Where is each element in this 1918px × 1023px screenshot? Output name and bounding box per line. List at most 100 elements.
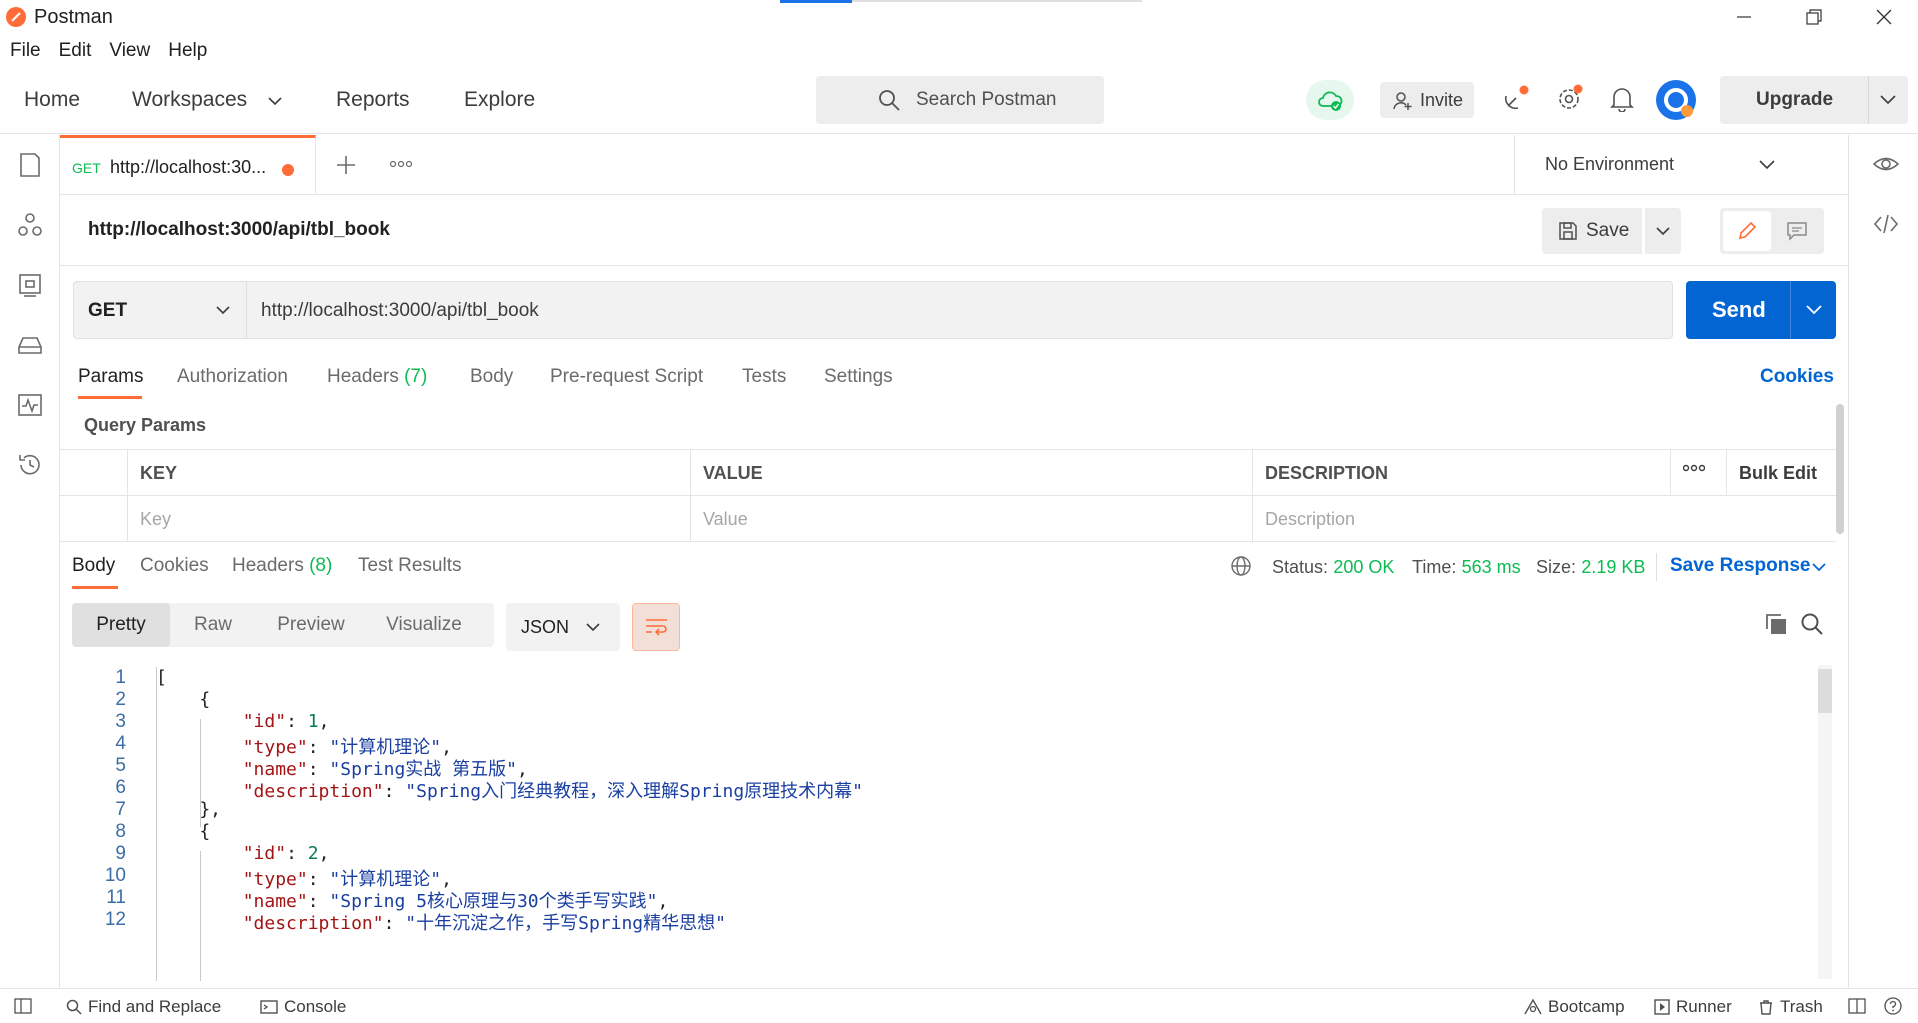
trash-button[interactable]: Trash [1758,997,1823,1017]
console-button[interactable]: Console [260,997,346,1017]
eye-icon[interactable] [1873,151,1899,177]
view-pretty[interactable]: Pretty [72,603,170,647]
invite-button[interactable]: Invite [1380,82,1474,118]
restore-button[interactable] [1780,0,1848,34]
help-icon[interactable] [1884,997,1902,1015]
save-label: Save [1586,220,1630,241]
menu-file[interactable]: File [10,40,41,62]
more-options-icon[interactable] [390,159,412,169]
search-input[interactable]: Search Postman [816,76,1104,124]
monitors-icon[interactable] [16,391,44,419]
tab-params[interactable]: Params [78,366,143,388]
send-button[interactable]: Send [1686,281,1836,339]
runner-button[interactable]: Runner [1654,997,1732,1017]
description-input[interactable]: Description [1252,496,1836,542]
nav-reports[interactable]: Reports [336,88,410,112]
wrap-lines-button[interactable] [632,603,680,651]
find-replace-button[interactable]: Find and Replace [66,997,221,1017]
size-meta[interactable]: Size: 2.19 KB [1536,557,1645,579]
minimize-button[interactable] [1710,0,1778,34]
chevron-down-icon[interactable] [1806,305,1822,315]
column-value: VALUE [690,450,1252,496]
view-preview[interactable]: Preview [256,603,366,647]
tab-headers[interactable]: Headers (7) [327,366,427,388]
chevron-down-icon[interactable] [1880,95,1896,105]
history-icon[interactable] [16,451,44,479]
request-name[interactable]: http://localhost:3000/api/tbl_book [88,219,390,241]
close-window-button[interactable] [1850,0,1918,34]
environments-icon[interactable] [16,271,44,299]
upgrade-divider [1868,76,1869,124]
satellite-icon[interactable] [1502,84,1530,112]
request-tab[interactable]: GET http://localhost:30... [60,135,316,195]
save-button[interactable]: Save [1542,208,1642,254]
json-key: "id" [242,843,287,864]
nav-explore[interactable]: Explore [464,88,535,112]
two-pane-icon[interactable] [1848,998,1866,1014]
menu-help[interactable]: Help [168,40,207,62]
sidebar-toggle-icon[interactable] [14,998,32,1014]
view-visualize[interactable]: Visualize [366,603,482,647]
nav-workspaces[interactable]: Workspaces [132,88,247,112]
tab-bar: GET http://localhost:30... No Environmen… [60,135,1848,195]
table-row: Key Value Description [60,496,1836,542]
trash-icon [1760,1000,1772,1015]
status-meta[interactable]: Status: 200 OK [1272,557,1394,579]
tab-authorization[interactable]: Authorization [177,366,288,388]
response-body-editor[interactable]: 1[2 {3 "id": 1, 4 "type": "计算机理论", 5 "name… [60,665,1820,981]
response-tab-test-results[interactable]: Test Results [358,555,461,577]
save-options-button[interactable] [1645,208,1681,254]
format-select[interactable]: JSON [506,603,620,651]
tab-body[interactable]: Body [470,366,513,388]
nav-home[interactable]: Home [24,88,80,112]
edit-mode-button[interactable] [1723,211,1771,251]
view-raw[interactable]: Raw [170,603,256,647]
apis-icon[interactable] [16,211,44,239]
cookies-link[interactable]: Cookies [1760,366,1834,388]
sync-status-button[interactable] [1306,80,1354,120]
save-response-button[interactable]: Save Response [1670,555,1810,577]
environment-select[interactable]: No Environment [1514,135,1848,195]
tab-tests[interactable]: Tests [742,366,786,388]
method-select[interactable]: GET [73,281,247,339]
code-text: { [156,821,211,842]
globe-icon[interactable] [1230,555,1252,577]
bootcamp-button[interactable]: Bootcamp [1524,997,1625,1017]
divider [60,265,1848,266]
loading-strip-progress [780,0,852,3]
mock-servers-icon[interactable] [16,331,44,359]
search-icon[interactable] [1800,612,1824,636]
column-options-button[interactable] [1670,450,1726,496]
response-tab-body[interactable]: Body [72,555,115,577]
upgrade-label: Upgrade [1756,89,1834,110]
chevron-down-icon[interactable] [1812,563,1826,572]
divider [1656,553,1657,581]
bulk-edit-button[interactable]: Bulk Edit [1726,450,1836,496]
copy-icon[interactable] [1764,612,1788,636]
add-user-icon [1393,92,1412,110]
collections-icon[interactable] [16,151,44,179]
bell-icon[interactable] [1610,86,1634,112]
menu-view[interactable]: View [109,40,150,62]
editor-scrollbar-thumb[interactable] [1818,669,1832,713]
time-meta[interactable]: Time: 563 ms [1412,557,1521,579]
upgrade-button[interactable]: Upgrade [1720,76,1908,124]
value-input[interactable]: Value [690,496,1252,542]
menu-edit[interactable]: Edit [59,40,92,62]
settings-gear-icon[interactable] [1556,84,1584,112]
tab-settings[interactable]: Settings [824,366,893,388]
request-scrollbar[interactable] [1836,404,1844,534]
avatar[interactable] [1656,80,1696,120]
code-snippet-icon[interactable] [1873,211,1899,237]
trash-label: Trash [1780,997,1823,1016]
plus-icon[interactable] [336,155,356,175]
response-tab-headers[interactable]: Headers (8) [232,555,332,577]
title-bar: Postman [0,0,1918,34]
left-sidebar [0,135,60,988]
method-label: GET [88,300,128,321]
tab-pre-request-script[interactable]: Pre-request Script [550,366,703,388]
key-input[interactable]: Key [127,496,690,542]
response-tab-cookies[interactable]: Cookies [140,555,209,577]
comment-icon[interactable] [1786,221,1808,241]
url-input[interactable]: http://localhost:3000/api/tbl_book [247,281,1673,339]
